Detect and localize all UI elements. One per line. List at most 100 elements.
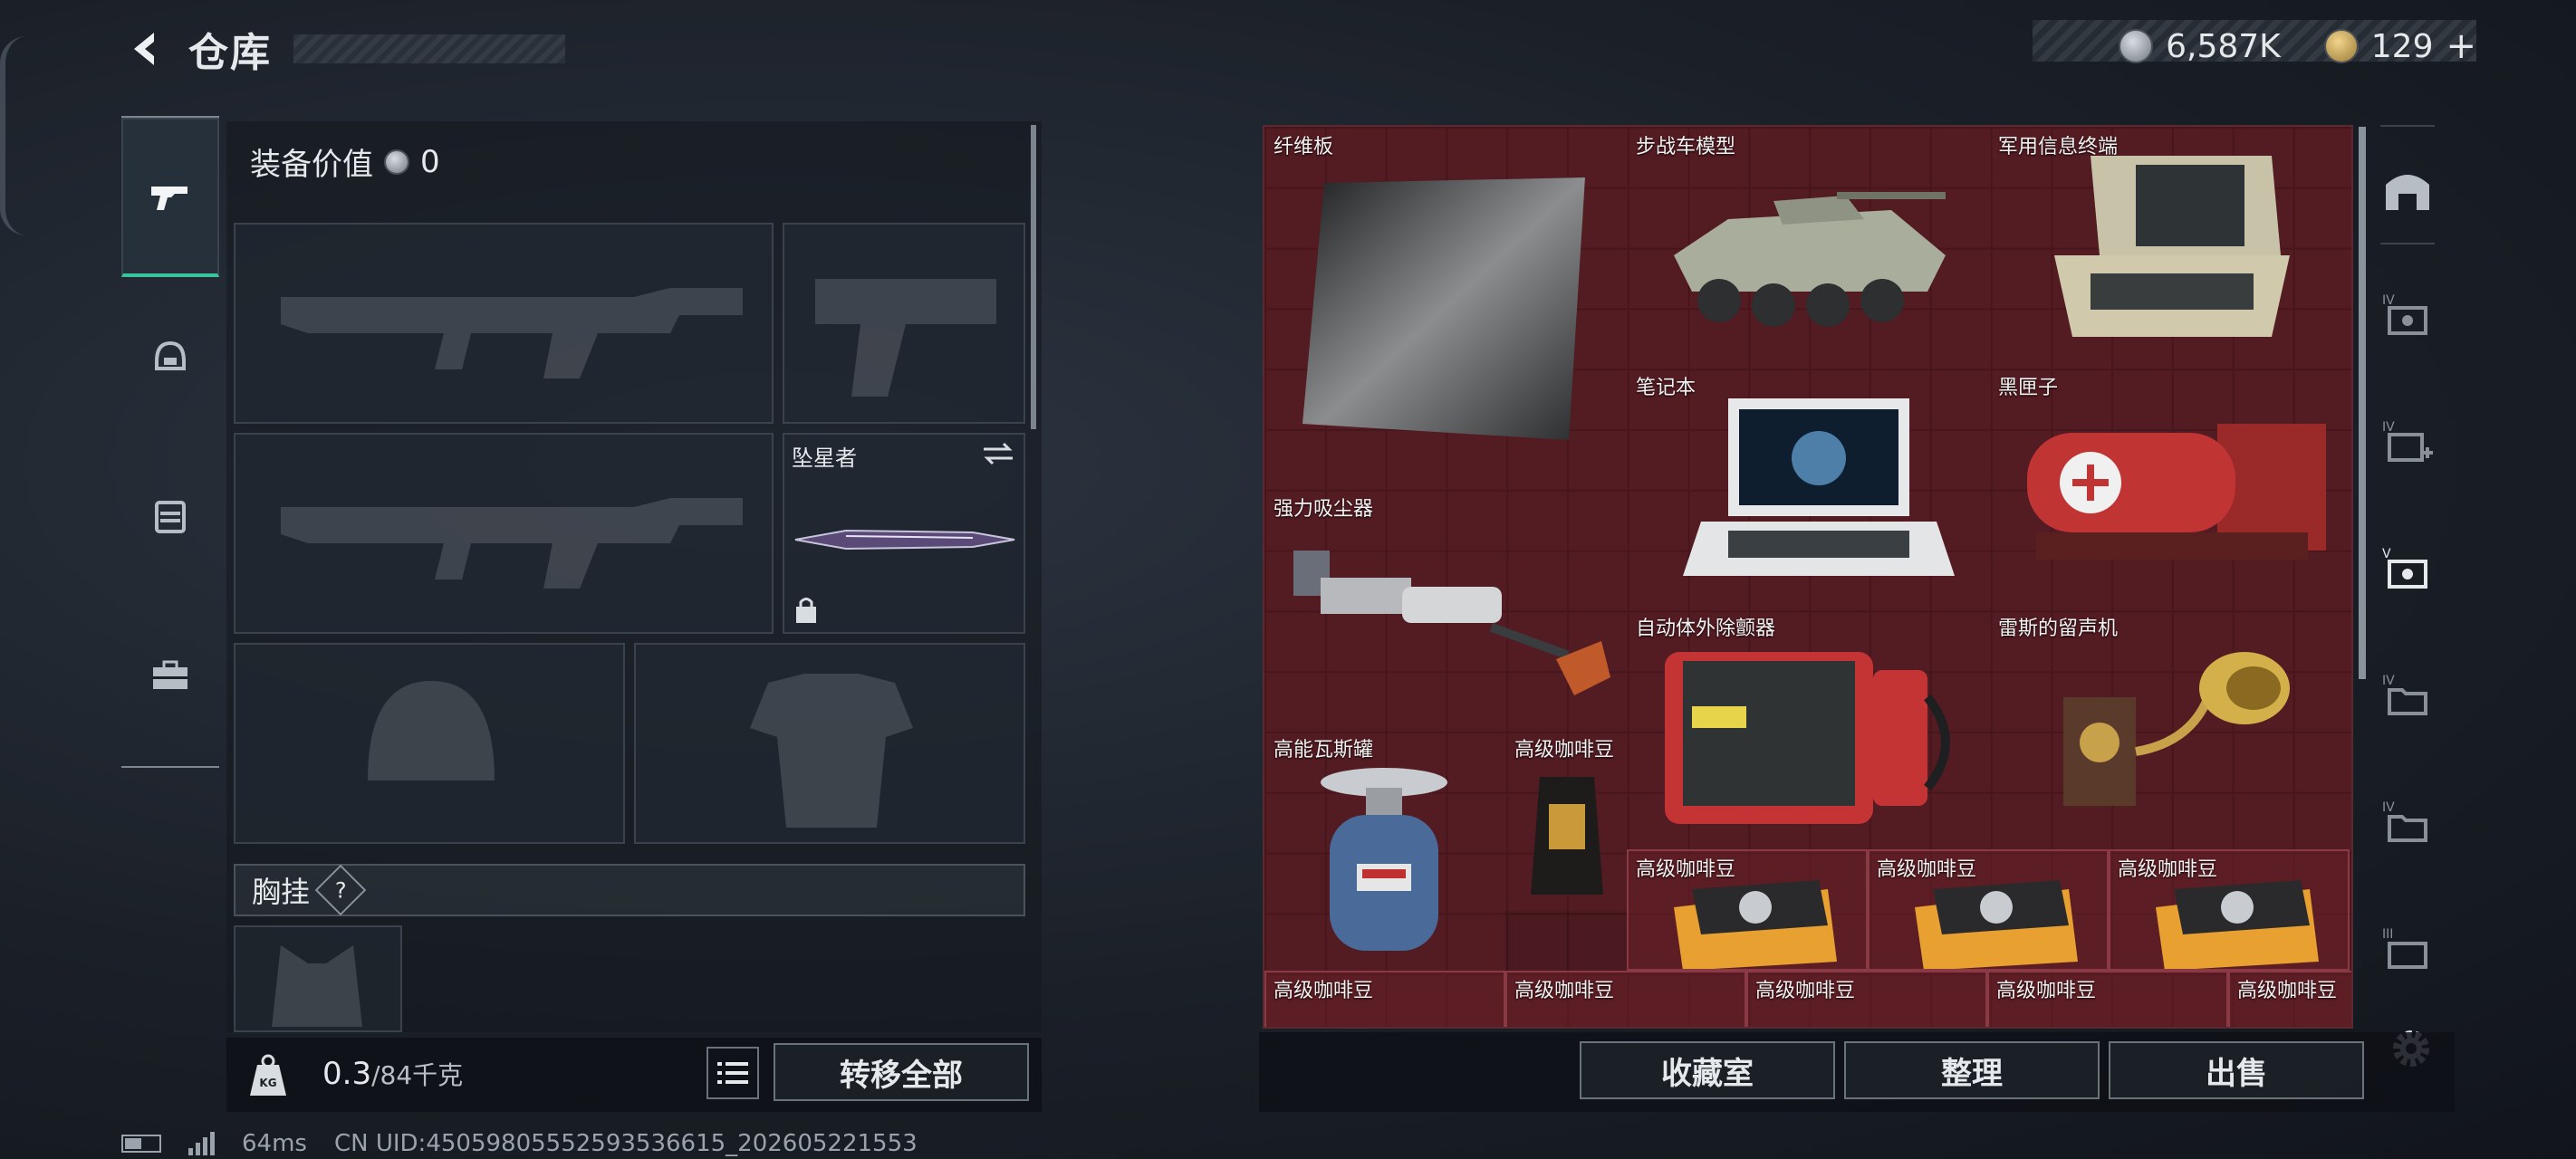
- tier-label: IV: [2382, 674, 2395, 688]
- primary-weapon-slot-1[interactable]: [234, 223, 774, 424]
- inventory-item[interactable]: 强力吸尘器: [1264, 489, 1627, 730]
- storage-tool-icon: III: [2382, 927, 2427, 969]
- storage-add-icon: IV: [2382, 420, 2433, 462]
- nav-vest[interactable]: [121, 436, 219, 596]
- inventory-item[interactable]: 高级咖啡豆: [2228, 971, 2351, 1027]
- equipment-panel: 装备价值 0 坠星者 胸挂 ?: [226, 121, 1042, 1032]
- silver-coin-icon: [2119, 29, 2154, 63]
- svg-text:KG: KG: [259, 1077, 276, 1089]
- item-name: 自动体外除颤器: [1636, 618, 1776, 640]
- pistol-silhouette-icon: [815, 279, 996, 397]
- inventory-item[interactable]: 高级咖啡豆: [1627, 849, 1868, 971]
- tier-label: IV: [2382, 420, 2395, 435]
- warehouse-icon: [2386, 175, 2429, 210]
- warehouse-tab-rail: IV IV V IV IV III: [2373, 125, 2442, 1021]
- melee-slot[interactable]: 坠星者: [783, 433, 1025, 634]
- storage-tab-2[interactable]: IV: [2380, 415, 2435, 469]
- tier-label: IV: [2382, 800, 2395, 815]
- inventory-item[interactable]: 高级咖啡豆: [1746, 971, 1987, 1027]
- list-view-button[interactable]: [706, 1047, 759, 1099]
- lock-icon: [796, 598, 816, 623]
- storage-tab-4[interactable]: IV: [2380, 668, 2435, 723]
- item-name: 高级咖啡豆: [1514, 739, 1615, 761]
- inventory-item[interactable]: 纤维板: [1264, 127, 1627, 489]
- add-currency-button[interactable]: +: [2446, 25, 2476, 67]
- inventory-item[interactable]: 高级咖啡豆: [1505, 730, 1627, 911]
- storage-tab-3-active[interactable]: V: [2380, 541, 2435, 596]
- collection-room-button[interactable]: 收藏室: [1580, 1041, 1835, 1099]
- equipment-category-nav: [121, 116, 219, 768]
- inventory-item[interactable]: 高级咖啡豆: [1868, 849, 2109, 971]
- pistol-slot[interactable]: [783, 223, 1025, 424]
- warehouse-grid: 纤维板 步战车模型 军用信息终端 笔记本 黑匣子 强力吸尘器 自动体外除颤器 雷…: [1263, 125, 2353, 1029]
- item-name: 纤维板: [1274, 136, 1334, 158]
- title-stripe-decoration: [293, 34, 565, 63]
- storage-tab-5[interactable]: IV: [2380, 795, 2435, 849]
- primary-weapon-slot-2[interactable]: [234, 433, 774, 634]
- page-title: 仓库: [188, 30, 272, 76]
- weight-current: 0.3: [322, 1056, 372, 1092]
- item-name: 强力吸尘器: [1274, 498, 1374, 521]
- inventory-item[interactable]: 高级咖啡豆: [1264, 971, 1505, 1027]
- top-bar: 仓库: [123, 20, 565, 78]
- storage-tab-1[interactable]: IV: [2380, 288, 2435, 342]
- inventory-item[interactable]: 高级咖啡豆: [1987, 971, 2228, 1027]
- melee-name: 坠星者: [792, 445, 857, 471]
- ping-readout: 64ms: [242, 1130, 307, 1157]
- knife-icon: [794, 529, 1015, 551]
- battery-icon: [121, 1135, 161, 1153]
- storage-folder-icon: IV: [2382, 674, 2427, 715]
- item-name: 高级咖啡豆: [2237, 980, 2338, 1002]
- military-terminal-icon: [2054, 156, 2290, 337]
- storage-folder-icon: IV: [2382, 800, 2427, 842]
- pistol-icon: [151, 187, 187, 210]
- inventory-item[interactable]: 高级咖啡豆: [2109, 849, 2350, 971]
- warehouse-scrollbar[interactable]: [2359, 127, 2366, 679]
- item-name: 高级咖啡豆: [1996, 980, 2097, 1002]
- armor-slot[interactable]: [634, 643, 1025, 844]
- equipment-scrollbar[interactable]: [1031, 125, 1036, 429]
- tier-label: V: [2382, 547, 2391, 561]
- inventory-item[interactable]: 雷斯的留声机: [1989, 608, 2351, 849]
- currency-display: 6,587K 129 +: [2033, 20, 2476, 67]
- item-name: 高级咖啡豆: [1274, 980, 1374, 1002]
- sell-button[interactable]: 出售: [2109, 1041, 2364, 1099]
- inventory-item[interactable]: 笔记本: [1627, 368, 1989, 608]
- weight-readout: 0.3/84千克: [322, 1056, 463, 1092]
- coffee-bag-icon: [1531, 777, 1603, 895]
- help-mark: ?: [334, 877, 347, 903]
- item-name: 雷斯的留声机: [1998, 618, 2119, 640]
- equipment-value: 装备价值 0: [250, 139, 440, 184]
- inventory-item[interactable]: 军用信息终端: [1989, 127, 2351, 368]
- sort-button[interactable]: 整理: [1844, 1041, 2100, 1099]
- nav-backpack[interactable]: [121, 596, 219, 755]
- equipment-value-label: 装备价值: [250, 147, 373, 183]
- nav-helmet[interactable]: [121, 277, 219, 436]
- rifle-silhouette-icon: [281, 288, 743, 378]
- back-button[interactable]: [123, 27, 167, 71]
- warehouse-home-tab[interactable]: [2380, 161, 2435, 216]
- inventory-item[interactable]: 黑匣子: [1989, 368, 2351, 608]
- helmet-icon: [155, 340, 186, 370]
- nav-weapons[interactable]: [121, 118, 219, 277]
- helmet-slot[interactable]: [234, 643, 625, 844]
- inventory-item[interactable]: 步战车模型: [1627, 127, 1989, 368]
- laptop-icon: [1683, 398, 1955, 576]
- item-name: 高级咖啡豆: [1755, 980, 1856, 1002]
- coffee-box-icon: [2156, 880, 2319, 969]
- aed-icon: [1665, 652, 1950, 824]
- equipment-value-amount: 0: [420, 143, 440, 180]
- weight-max: /84千克: [371, 1060, 464, 1090]
- help-icon[interactable]: ?: [314, 864, 367, 916]
- toolbox-icon: [153, 660, 187, 689]
- gold-coin-icon: [2323, 29, 2359, 63]
- inventory-item[interactable]: 自动体外除颤器: [1627, 608, 1989, 849]
- inventory-item[interactable]: 高级咖啡豆: [1505, 971, 1746, 1027]
- storage-tab-6[interactable]: III: [2380, 922, 2435, 976]
- storage-box-icon: IV: [2382, 293, 2427, 335]
- inventory-item[interactable]: 高能瓦斯罐: [1264, 730, 1505, 971]
- chest-rig-slot[interactable]: [234, 925, 402, 1032]
- coffee-box-icon: [1674, 880, 1837, 969]
- transfer-all-button[interactable]: 转移全部: [774, 1043, 1029, 1101]
- chest-rig-section-header: 胸挂 ?: [234, 864, 1025, 916]
